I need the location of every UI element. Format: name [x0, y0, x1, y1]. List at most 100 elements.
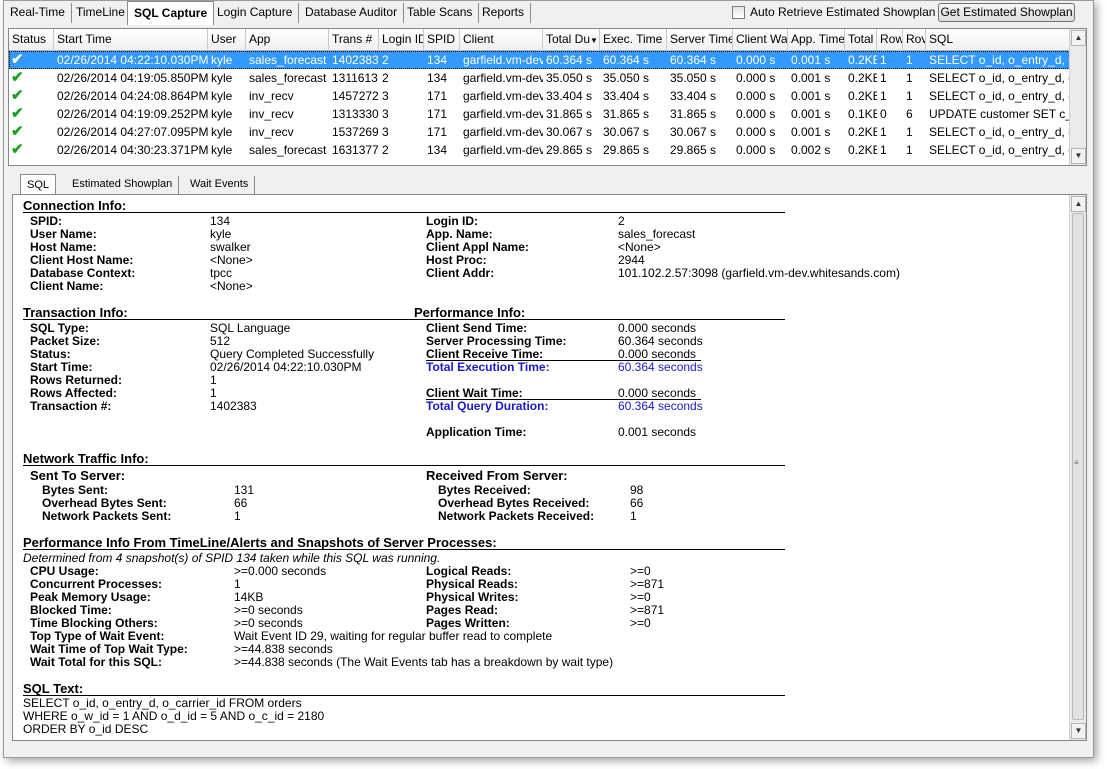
cell-start-time: 02/26/2014 04:19:05.850PM	[57, 71, 208, 85]
cell-spid: 171	[427, 89, 448, 103]
col-header-client[interactable]: Client	[460, 29, 543, 51]
section-divider	[23, 465, 785, 466]
network-packets-sent-value: 1	[234, 509, 241, 523]
tab-timeline[interactable]: TimeLine	[70, 3, 132, 23]
grid-scrollbar[interactable]: ▲ ▼	[1069, 29, 1086, 165]
col-header-sql[interactable]: SQL	[926, 29, 1070, 51]
cell-spid: 171	[427, 125, 448, 139]
tab-sql[interactable]: SQL	[20, 174, 57, 195]
col-header-status[interactable]: Status	[9, 29, 54, 51]
col-header-total[interactable]: Total	[845, 29, 877, 51]
application-time-label: Application Time:	[426, 425, 527, 439]
cell-exec-time: 31.865 s	[603, 107, 650, 121]
cell-app: inv_recv	[249, 89, 294, 103]
section-divider	[23, 319, 785, 320]
scroll-up-icon[interactable]: ▲	[1071, 30, 1086, 46]
status-check-icon: ✔	[11, 87, 24, 104]
scroll-down-icon[interactable]: ▼	[1071, 148, 1086, 164]
col-header-client-wait[interactable]: Client Wa	[733, 29, 788, 51]
wait-total-value: >=44.838 seconds (The Wait Events tab ha…	[234, 655, 614, 669]
status-check-icon: ✔	[11, 51, 24, 68]
pages-written-value: >=0	[630, 616, 651, 630]
tab-real-time[interactable]: Real-Time	[4, 3, 72, 23]
cell-total: 0.2KB	[848, 53, 877, 67]
table-row-partial[interactable]	[9, 159, 1070, 165]
status-check-icon: ✔	[11, 141, 24, 158]
scroll-down-icon[interactable]: ▼	[1071, 723, 1086, 739]
cell-client-wait: 0.000 s	[736, 89, 776, 103]
cell-spid: 134	[427, 53, 448, 67]
col-header-spid[interactable]: SPID	[424, 29, 460, 51]
cell-rows-affected: 1	[906, 71, 913, 85]
auto-retrieve-checkbox[interactable]	[732, 5, 745, 19]
get-estimated-showplan-button[interactable]: Get Estimated Showplan	[938, 3, 1075, 22]
cell-user: kyle	[211, 53, 233, 67]
col-header-trans[interactable]: Trans #	[329, 29, 379, 51]
cell-app-time: 0.001 s	[791, 107, 831, 121]
col-header-rows-affected[interactable]: Rov	[903, 29, 926, 51]
main-tab-bar: Real-Time TimeLine SQL Capture Login Cap…	[4, 1, 1093, 25]
tab-table-scans[interactable]: Table Scans	[401, 3, 480, 23]
cell-app-time: 0.002 s	[791, 143, 831, 157]
col-header-server-time[interactable]: Server Time	[667, 29, 733, 51]
col-header-total-duration[interactable]: Total Du▼	[543, 29, 600, 51]
sql-capture-grid[interactable]: Status Start Time User App Trans # Login…	[8, 28, 1087, 166]
table-row[interactable]: ✔ 02/26/2014 04:19:05.850PM kyle sales_fore…	[9, 69, 1070, 87]
sent-to-server-title: Sent To Server:	[30, 468, 126, 483]
col-header-app[interactable]: App	[246, 29, 329, 51]
cell-rows: 1	[880, 143, 887, 157]
scroll-up-icon[interactable]: ▲	[1071, 196, 1086, 212]
cell-client-wait: 0.000 s	[736, 125, 776, 139]
cell-client-wait: 0.000 s	[736, 71, 776, 85]
tab-database-auditor[interactable]: Database Auditor	[299, 3, 405, 23]
cell-user: kyle	[211, 125, 233, 139]
table-row[interactable]: ✔ 02/26/2014 04:30:23.371PM kyle sales_fore…	[9, 141, 1070, 159]
tab-estimated-showplan[interactable]: Estimated Showplan	[66, 176, 180, 194]
tab-wait-events[interactable]: Wait Events	[184, 176, 256, 194]
cell-login-id: 2	[382, 143, 389, 157]
cell-trans: 1311613	[332, 71, 378, 85]
transaction-info-title: Transaction Info:	[23, 305, 128, 320]
col-header-user[interactable]: User	[208, 29, 246, 51]
cell-trans: 1313330	[332, 107, 379, 121]
tab-reports[interactable]: Reports	[476, 3, 532, 23]
cell-server-time: 33.404 s	[670, 89, 717, 103]
tab-login-capture[interactable]: Login Capture	[211, 3, 300, 23]
status-check-icon: ✔	[11, 123, 24, 140]
col-header-rows[interactable]: Row	[877, 29, 903, 51]
cell-app: inv_recv	[249, 125, 294, 139]
cell-sql: SELECT o_id, o_entry_d, o_c	[929, 125, 1070, 139]
total-execution-time-label: Total Execution Time:	[426, 360, 550, 374]
table-row[interactable]: ✔ 02/26/2014 04:27:07.095PM kyle inv_recv 15…	[9, 123, 1070, 141]
table-row[interactable]: ✔ 02/26/2014 04:19:09.252PM kyle inv_recv 13…	[9, 105, 1070, 123]
cell-sql: SELECT o_id, o_entry_d, o_c	[929, 89, 1070, 103]
status-check-icon: ✔	[11, 105, 24, 122]
sql-text-title: SQL Text:	[23, 681, 84, 696]
table-row[interactable]: ✔ 02/26/2014 04:24:08.864PM kyle inv_recv 14…	[9, 87, 1070, 105]
cell-app: sales_forecast	[249, 143, 327, 157]
cell-total-duration: 30.067 s	[546, 125, 593, 139]
network-packets-sent-label: Network Packets Sent:	[42, 509, 172, 523]
col-header-login-id[interactable]: Login ID	[379, 29, 424, 51]
cell-total-duration: 29.865 s	[546, 143, 593, 157]
tab-sql-capture[interactable]: SQL Capture	[127, 1, 215, 25]
cell-rows: 1	[880, 125, 887, 139]
cell-server-time: 35.050 s	[670, 71, 717, 85]
cell-total: 0.2KB	[848, 71, 877, 85]
received-from-server-title: Received From Server:	[426, 468, 568, 483]
cell-login-id: 2	[382, 71, 389, 85]
cell-app: inv_recv	[249, 107, 294, 121]
detail-scrollbar[interactable]: ▲ ≡ ▼	[1069, 195, 1086, 740]
cell-client-wait: 0.000 s	[736, 107, 776, 121]
cell-rows-affected: 1	[906, 89, 913, 103]
sql-detail-panel: Connection Info: SPID: 134 User Name: ky…	[12, 194, 1087, 741]
table-row[interactable]: ✔ 02/26/2014 04:22:10.030PM kyle sales_fore…	[9, 51, 1070, 69]
col-header-exec-time[interactable]: Exec. Time	[600, 29, 667, 51]
app-window: Real-Time TimeLine SQL Capture Login Cap…	[3, 0, 1094, 758]
cell-trans: 1457272	[332, 89, 379, 103]
auto-retrieve-showplan-option[interactable]: Auto Retrieve Estimated Showplan	[732, 5, 935, 19]
connection-info-title: Connection Info:	[23, 198, 127, 213]
cell-start-time: 02/26/2014 04:30:23.371PM	[57, 143, 208, 157]
col-header-app-time[interactable]: App. Time	[788, 29, 845, 51]
col-header-start-time[interactable]: Start Time	[54, 29, 208, 51]
